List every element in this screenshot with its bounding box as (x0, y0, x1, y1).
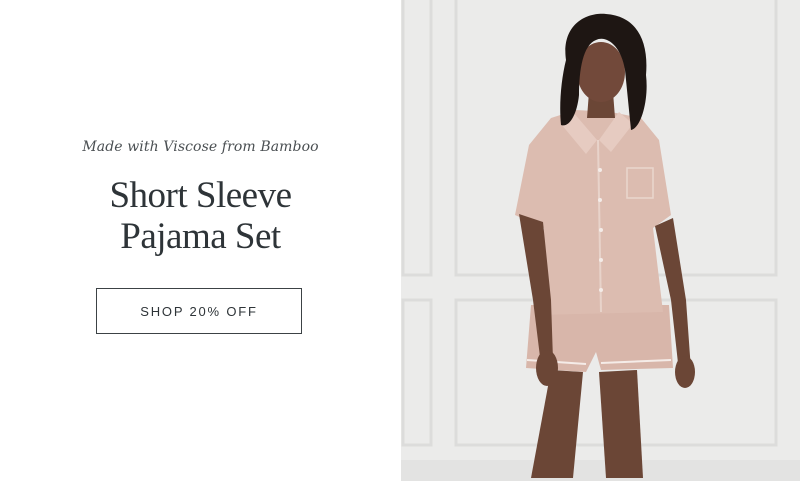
promo-eyebrow: Made with Viscose from Bamboo (82, 139, 319, 155)
model-photo-illustration (401, 0, 800, 481)
promo-headline: Short Sleeve Pajama Set (0, 175, 401, 257)
shop-button[interactable]: SHOP 20% OFF (96, 288, 302, 334)
promo-copy-panel: Made with Viscose from Bamboo Short Slee… (0, 0, 401, 481)
promo-banner: Made with Viscose from Bamboo Short Slee… (0, 0, 800, 481)
product-photo[interactable] (401, 0, 800, 481)
headline-line-2: Pajama Set (120, 216, 281, 257)
headline-line-1: Short Sleeve (109, 175, 292, 216)
